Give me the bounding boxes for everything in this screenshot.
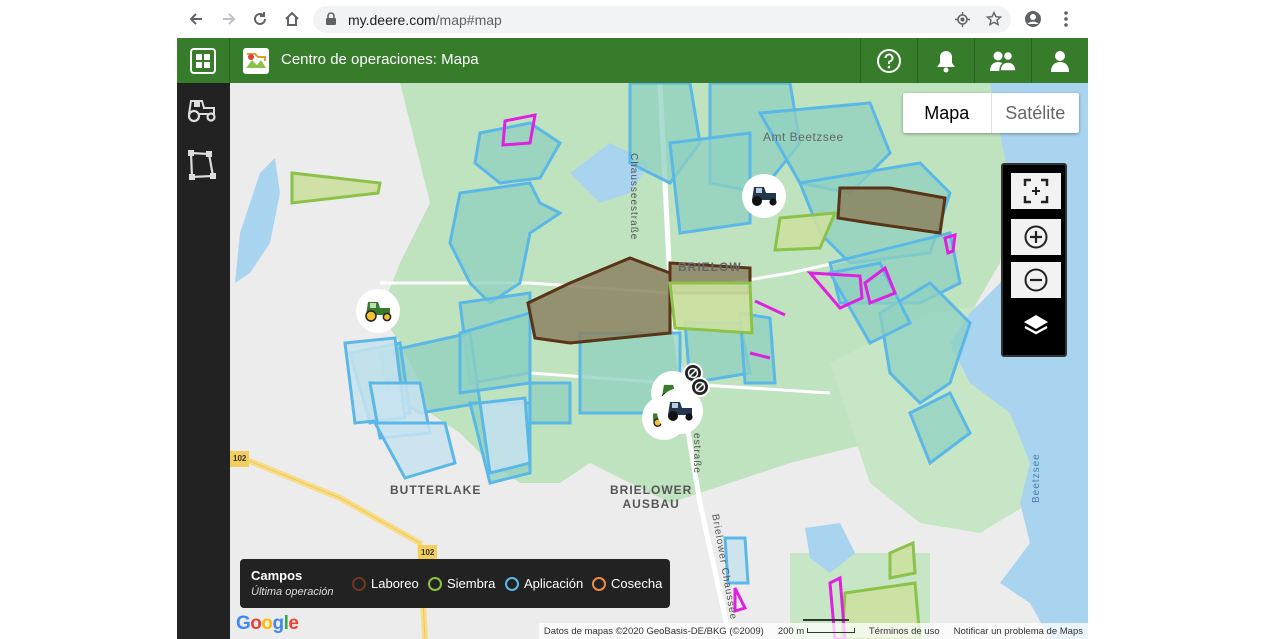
browser-menu-icon[interactable] [1055, 8, 1077, 30]
tractor-blue-icon [668, 402, 693, 421]
report-problem-link[interactable]: Notificar un problema de Maps [954, 626, 1083, 637]
scale-bar: 200 m [778, 626, 855, 637]
url-host: my.deere.com [348, 12, 436, 28]
terms-link[interactable]: Términos de uso [869, 626, 940, 637]
equipment-marker-tractor-west[interactable] [356, 289, 400, 333]
help-button[interactable] [860, 38, 917, 83]
map-app-icon [243, 48, 269, 74]
forward-icon[interactable] [218, 8, 240, 30]
lock-icon [325, 12, 337, 31]
back-icon[interactable] [185, 8, 207, 30]
tractor-icon [187, 100, 216, 123]
boundaries-button[interactable] [187, 149, 217, 186]
no-connection-icon [694, 381, 706, 393]
tractor-blue-icon [752, 187, 777, 206]
team-icon [990, 50, 1017, 72]
operations-center-app: Centro de operaciones: Mapa Amt Beetzsee… [177, 38, 1088, 639]
boundary-polygon-icon [188, 150, 216, 180]
app-title: Centro de operaciones: Mapa [281, 51, 479, 68]
legend-item-aplicacion: Aplicación [505, 576, 583, 591]
location-icon[interactable] [955, 12, 970, 32]
map-type-toggle: Mapa Satélite [903, 93, 1079, 133]
zoom-in-button[interactable] [1011, 219, 1061, 255]
zoom-in-icon [1024, 225, 1048, 249]
legend-swatch [592, 576, 606, 591]
left-sidebar [177, 83, 230, 639]
road-shield-102-a: 102 [230, 451, 250, 467]
reload-icon[interactable] [249, 8, 271, 30]
label-beetzsee-lake: Beetzsee [1031, 453, 1042, 503]
legend-swatch [505, 576, 519, 591]
google-logo[interactable]: Google [236, 613, 299, 635]
map-data-credit: Datos de mapas ©2020 GeoBasis-DE/BKG (©2… [543, 625, 764, 637]
home-icon[interactable] [281, 8, 303, 30]
bookmark-star-icon[interactable] [985, 10, 1003, 32]
url-path: /map#map [435, 12, 502, 28]
map-canvas[interactable]: Amt Beetzsee BRIELOW BUTTERLAKE BRIELOWE… [230, 83, 1088, 639]
map-tiles [230, 83, 1088, 639]
legend-swatch [352, 576, 366, 591]
legend-subtitle: Última operación [251, 586, 334, 598]
app-header: Centro de operaciones: Mapa [177, 38, 1088, 83]
label-amt-beetzsee: Amt Beetzsee [763, 130, 844, 144]
map-controls-panel [1001, 163, 1067, 357]
user-icon [1051, 50, 1069, 72]
user-profile-button[interactable] [1031, 38, 1088, 83]
legend-swatch [428, 576, 442, 591]
map-view-button[interactable]: Mapa [903, 93, 991, 133]
team-button[interactable] [974, 38, 1031, 83]
no-signal-badge-2 [690, 377, 710, 397]
label-estrasse: estraße [691, 433, 702, 474]
layers-button[interactable] [1021, 311, 1051, 346]
legend-label: Laboreo [371, 576, 419, 591]
legend-item-cosecha: Cosecha [592, 576, 662, 591]
legend-item-siembra: Siembra [428, 576, 495, 591]
equipment-marker-tractor-north[interactable] [742, 174, 786, 218]
map-attribution: Datos de mapas ©2020 GeoBasis-DE/BKG (©2… [538, 623, 1088, 639]
legend-label: Aplicación [524, 576, 584, 591]
tractor-green-icon [365, 302, 392, 322]
layers-icon [1024, 315, 1048, 335]
fit-extent-button[interactable] [1011, 173, 1061, 209]
equipment-button[interactable] [185, 97, 219, 128]
label-chausseestrasse: Chausseestraße [628, 153, 639, 241]
fit-extent-icon [1023, 178, 1049, 204]
notifications-button[interactable] [917, 38, 974, 83]
satellite-view-button[interactable]: Satélite [990, 93, 1080, 133]
scale-label: 200 m [777, 625, 805, 637]
help-icon [877, 48, 901, 73]
legend-label: Cosecha [611, 576, 663, 591]
fields-legend: Campos Última operación Laboreo Siembra … [240, 559, 670, 608]
legend-item-laboreo: Laboreo [352, 576, 419, 591]
apps-grid-button[interactable] [177, 38, 230, 83]
label-brielow: BRIELOW [678, 260, 742, 274]
legend-title: Campos [251, 568, 303, 583]
profile-icon[interactable] [1022, 8, 1044, 30]
zoom-out-icon [1024, 268, 1048, 292]
label-brielower-ausbau: BRIELOWER AUSBAU [610, 483, 693, 511]
url-text: my.deere.com/map#map [348, 12, 502, 28]
browser-toolbar: my.deere.com/map#map [0, 0, 1273, 38]
label-butterlake: BUTTERLAKE [390, 483, 482, 497]
apps-grid-icon [190, 47, 216, 74]
zoom-out-button[interactable] [1011, 262, 1061, 298]
bell-icon [937, 50, 955, 72]
legend-label: Siembra [447, 576, 496, 591]
address-bar[interactable]: my.deere.com/map#map [313, 6, 1011, 33]
